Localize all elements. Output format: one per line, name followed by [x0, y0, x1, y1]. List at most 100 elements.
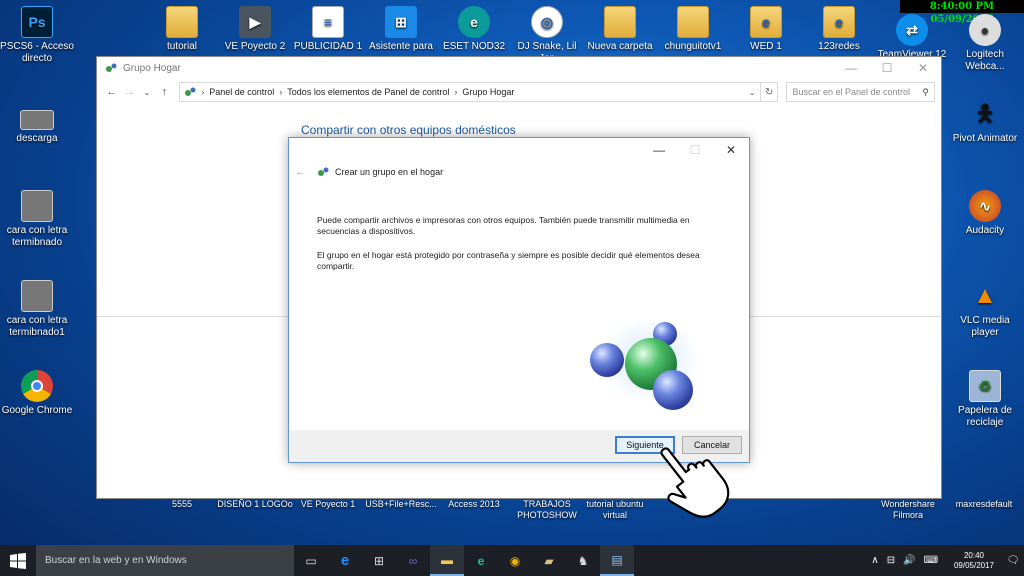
app-infinity-icon[interactable]: ∞ — [396, 545, 430, 576]
chrome-taskbar-icon[interactable]: ◉ — [498, 545, 532, 576]
desktop-icon-descarga[interactable]: descarga — [0, 110, 74, 145]
pivot-taskbar-icon[interactable]: ♞ — [566, 545, 600, 576]
video-icon — [166, 6, 198, 38]
desktop-icon-asistente[interactable]: ⊞ Asistente para — [364, 6, 438, 53]
dialog-minimize-button[interactable]: — — [641, 138, 677, 162]
notifications-icon[interactable]: 🗨 — [1002, 545, 1024, 576]
network-icon[interactable]: ⊟ — [887, 555, 895, 566]
keyboard-icon[interactable]: ⌨ — [924, 555, 938, 566]
desktop-icon-publicidad[interactable]: ≡ PUBLICIDAD 1 — [291, 6, 365, 53]
address-dropdown-icon[interactable]: ⌄ — [748, 87, 756, 98]
desktop-icon-label: chunguitotv1 — [664, 41, 722, 52]
breadcrumb-item[interactable]: Todos los elementos de Panel de control — [287, 87, 449, 97]
desktop-icon-label: PSCS6 - Acceso directo — [0, 41, 74, 64]
breadcrumb-separator-icon: › — [201, 87, 205, 97]
task-view-icon[interactable]: ▭ — [294, 545, 328, 576]
breadcrumb-separator-icon: › — [279, 87, 283, 97]
notes-app-icon[interactable]: ▰ — [532, 545, 566, 576]
recycle-bin-icon: ♻ — [969, 370, 1001, 402]
desktop-label[interactable]: Access 2013 — [434, 499, 514, 510]
taskbar-clock[interactable]: 20:40 09/05/2017 — [946, 551, 1002, 571]
folder-icon: e — [750, 6, 782, 38]
desktop-icon-cara-1[interactable]: cara con letra termibnado — [0, 190, 74, 249]
desktop-label[interactable]: tutorial ubuntu virtual — [575, 499, 655, 521]
desktop-icon-label: Logitech Webca... — [965, 49, 1005, 72]
refresh-icon[interactable]: ↻ — [760, 82, 779, 102]
address-bar[interactable]: › Panel de control › Todos los elementos… — [179, 82, 761, 102]
breadcrumb-separator-icon: › — [454, 87, 458, 97]
folder-icon — [604, 6, 636, 38]
maximize-button[interactable]: ☐ — [869, 57, 905, 79]
desktop-label[interactable]: DISEÑO 1 LOGOo — [215, 499, 295, 510]
forward-arrow-icon[interactable]: → — [121, 86, 139, 98]
desktop-label[interactable]: USB+File+Resc... — [361, 499, 441, 510]
webcam-icon: ● — [969, 14, 1001, 46]
close-button[interactable]: ✕ — [905, 57, 941, 79]
section-heading: Compartir con otros equipos domésticos — [301, 123, 516, 137]
file-explorer-icon[interactable]: ▬ — [430, 545, 464, 576]
desktop-icon-photoshop[interactable]: Ps PSCS6 - Acceso directo — [0, 6, 74, 65]
desktop-icon-eset[interactable]: e ESET NOD32 — [437, 6, 511, 53]
dialog-paragraph: El grupo en el hogar está protegido por … — [317, 250, 700, 271]
taskbar: Buscar en la web y en Windows ▭ e ⊞ ∞ ▬ … — [0, 545, 1024, 576]
dialog-close-button[interactable]: ✕ — [713, 138, 749, 162]
search-placeholder: Buscar en el Panel de control — [792, 87, 911, 97]
desktop-icon-vlc[interactable]: ▲ VLC media player — [948, 280, 1022, 339]
volume-icon[interactable]: 🔊 — [903, 555, 915, 566]
desktop-icon-cara-2[interactable]: cara con letra termibnado1 — [0, 280, 74, 339]
recording-clock-overlay: 8:40:00 PM 05/09/2017 — [900, 0, 1024, 25]
homegroup-icon — [318, 167, 329, 176]
desktop-icon-chrome[interactable]: Google Chrome — [0, 370, 74, 417]
breadcrumb-item[interactable]: Grupo Hogar — [462, 87, 514, 97]
desktop-icon-label: Pivot Animator — [952, 133, 1018, 144]
desktop-icon-teamviewer[interactable]: ⇄ TeamViewer 12 — [875, 14, 949, 61]
desktop-label[interactable]: 5555 — [142, 499, 222, 510]
teamviewer-icon: ⇄ — [896, 14, 928, 46]
search-input[interactable]: Buscar en el Panel de control ⚲ — [786, 82, 936, 102]
homegroup-illustration — [590, 318, 701, 410]
desktop-icon-audacity[interactable]: ∿ Audacity — [948, 190, 1022, 237]
start-button[interactable] — [0, 545, 36, 576]
chrome-icon — [21, 370, 53, 402]
edge-icon[interactable]: e — [328, 545, 362, 576]
desktop-icon-label: Papelera de reciclaje — [958, 405, 1012, 428]
photo-icon — [21, 280, 53, 312]
desktop-label[interactable]: VE Poyecto 1 — [288, 499, 368, 510]
breadcrumb-item[interactable]: Panel de control — [209, 87, 274, 97]
media-icon: ◎ — [531, 6, 563, 38]
create-homegroup-dialog: — ☐ ✕ ← Crear un grupo en el hogar Puede… — [288, 137, 750, 463]
back-arrow-icon[interactable]: ← — [103, 86, 121, 98]
tray-overflow-icon[interactable]: ∧ — [871, 555, 878, 566]
desktop-icon-ve-poyecto-2[interactable]: ▶ VE Poyecto 2 — [218, 6, 292, 53]
desktop-icon-tutorial[interactable]: tutorial — [145, 6, 219, 53]
photo-icon — [21, 190, 53, 222]
minimize-button[interactable]: — — [833, 57, 869, 79]
back-arrow-icon[interactable]: ← — [295, 166, 311, 178]
desktop-icon-label: PUBLICIDAD 1 — [293, 41, 363, 52]
hand-cursor-icon — [660, 447, 730, 518]
vlc-icon: ▲ — [973, 282, 997, 309]
desktop-icon-pivot[interactable]: 🯅 Pivot Animator — [948, 98, 1022, 145]
photoshop-icon: Ps — [21, 6, 53, 38]
desktop-icon-logitech[interactable]: ● Logitech Webca... — [948, 14, 1022, 73]
desktop-icon-chunguitotv1[interactable]: chunguitotv1 — [656, 6, 730, 53]
desktop-icon-label: Audacity — [965, 225, 1005, 236]
eset-taskbar-icon[interactable]: e — [464, 545, 498, 576]
window-titlebar[interactable]: Grupo Hogar — [97, 57, 941, 79]
pivot-icon: 🯅 — [975, 101, 995, 126]
desktop-icon-wed-1[interactable]: e WED 1 — [729, 6, 803, 53]
up-arrow-icon[interactable]: ↑ — [156, 86, 174, 98]
desktop-icon-label: cara con letra termibnado1 — [6, 315, 68, 338]
dialog-header: ← Crear un grupo en el hogar — [295, 166, 443, 178]
desktop-label[interactable]: Wondershare Filmora — [868, 499, 948, 521]
desktop-icon-label: Asistente para — [369, 41, 433, 52]
recent-locations-chevron-icon[interactable]: ⌄ — [138, 88, 156, 97]
desktop-icon-label: ESET NOD32 — [442, 41, 506, 52]
desktop-icon-123redes[interactable]: e 123redes — [802, 6, 876, 53]
store-icon[interactable]: ⊞ — [362, 545, 396, 576]
taskbar-search-input[interactable]: Buscar en la web y en Windows — [36, 545, 294, 576]
control-panel-taskbar-icon[interactable]: ▤ — [600, 545, 634, 576]
desktop-label[interactable]: maxresdefault — [944, 499, 1024, 510]
desktop-icon-recycle-bin[interactable]: ♻ Papelera de reciclaje — [948, 370, 1022, 429]
desktop-icon-nueva-carpeta[interactable]: Nueva carpeta — [583, 6, 657, 53]
